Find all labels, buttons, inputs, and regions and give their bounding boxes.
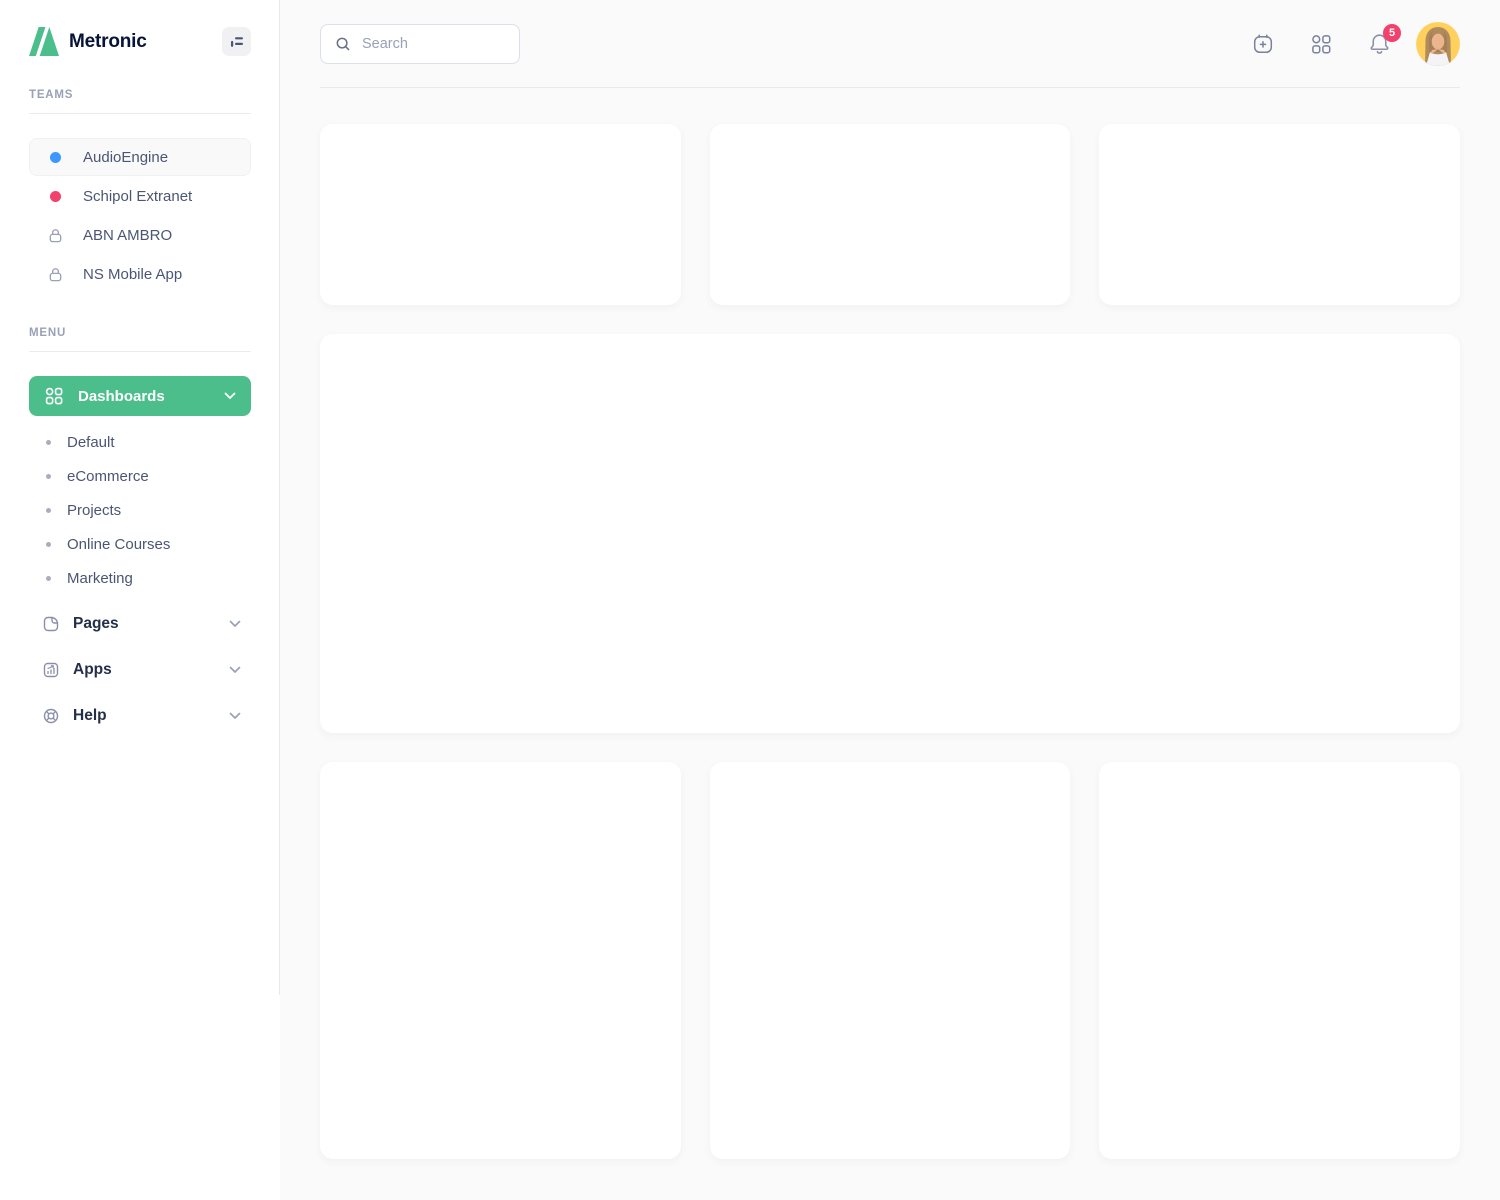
- user-avatar[interactable]: [1416, 21, 1460, 66]
- content-card: [320, 762, 681, 1159]
- teams-list: AudioEngine Schipol Extranet ABN AMBRO N…: [29, 138, 251, 294]
- logo-text: Metronic: [69, 30, 147, 52]
- submenu-item-marketing[interactable]: Marketing: [29, 561, 251, 595]
- content-card: [1099, 762, 1460, 1159]
- brand-logo[interactable]: Metronic: [29, 27, 147, 56]
- sidebar-right-divider: [279, 0, 280, 995]
- lock-icon: [47, 227, 64, 244]
- submenu-item-default[interactable]: Default: [29, 425, 251, 459]
- page-icon: [42, 615, 60, 633]
- sidebar: Metronic TEAMS AudioEngine Schipol Extra…: [0, 0, 280, 1200]
- submenu-label: Marketing: [67, 569, 133, 587]
- main-panel-card: [320, 334, 1460, 733]
- menu-item-apps[interactable]: Apps: [29, 647, 251, 693]
- menu-item-pages[interactable]: Pages: [29, 601, 251, 647]
- main-content: 5: [280, 0, 1500, 1200]
- submenu-label: Online Courses: [67, 535, 171, 553]
- dashboards-grid-icon: [44, 386, 64, 406]
- notification-badge: 5: [1383, 24, 1401, 42]
- menu-label-apps: Apps: [73, 661, 112, 678]
- lock-icon: [47, 266, 64, 283]
- team-label: ABN AMBRO: [83, 226, 173, 244]
- topbar-actions: 5: [1251, 21, 1460, 66]
- dashboards-label: Dashboards: [78, 387, 165, 405]
- cards-row-bottom: [320, 762, 1460, 1159]
- submenu-item-online-courses[interactable]: Online Courses: [29, 527, 251, 561]
- bullet-icon: [46, 473, 51, 479]
- lifebuoy-icon: [42, 707, 60, 725]
- menu-label: MENU: [29, 327, 67, 339]
- stat-card: [1099, 124, 1460, 305]
- bullet-icon: [46, 439, 51, 445]
- app: Metronic TEAMS AudioEngine Schipol Extra…: [0, 0, 1500, 1200]
- teams-divider: [29, 113, 251, 114]
- bullet-icon: [46, 541, 51, 547]
- apps-grid-button[interactable]: [1309, 32, 1333, 56]
- metronic-logo-icon: [29, 27, 60, 56]
- calendar-add-button[interactable]: [1251, 32, 1275, 56]
- blue-dot-icon: [50, 151, 61, 163]
- search-icon: [334, 35, 352, 53]
- search-input[interactable]: [362, 35, 506, 52]
- chevron-down-icon: [229, 712, 241, 720]
- toggle-lines-icon: [229, 34, 245, 50]
- menu-label-help: Help: [73, 707, 107, 724]
- logo-row: Metronic: [29, 27, 251, 56]
- apps-grid-icon: [1309, 32, 1333, 56]
- topbar: 5: [320, 0, 1460, 88]
- menu-divider: [29, 351, 251, 352]
- menu-item-help[interactable]: Help: [29, 693, 251, 739]
- sidebar-toggle-button[interactable]: [222, 27, 251, 56]
- dashboards-submenu: Default eCommerce Projects Online Course…: [29, 425, 251, 595]
- calendar-add-icon: [1251, 32, 1275, 56]
- chevron-down-icon: [229, 620, 241, 628]
- menu-label-pages: Pages: [73, 615, 119, 632]
- team-item-schipol-extranet[interactable]: Schipol Extranet: [29, 177, 251, 215]
- chart-icon: [42, 661, 60, 679]
- bullet-icon: [46, 575, 51, 581]
- content-card: [709, 762, 1071, 1159]
- chevron-down-icon: [224, 392, 236, 400]
- cards-row-top: [320, 124, 1460, 305]
- team-label: AudioEngine: [83, 148, 169, 166]
- submenu-item-ecommerce[interactable]: eCommerce: [29, 459, 251, 493]
- team-item-ns-mobile-app[interactable]: NS Mobile App: [29, 255, 251, 293]
- menu-sections: Pages Apps Help: [29, 601, 251, 739]
- teams-label: TEAMS: [29, 89, 74, 101]
- team-item-abn-ambro[interactable]: ABN AMBRO: [29, 216, 251, 254]
- stat-card: [709, 124, 1071, 305]
- submenu-label: Projects: [67, 501, 122, 519]
- chevron-down-icon: [229, 666, 241, 674]
- menu-item-dashboards[interactable]: Dashboards: [29, 376, 251, 416]
- submenu-label: Default: [67, 433, 115, 451]
- submenu-label: eCommerce: [67, 467, 149, 485]
- red-dot-icon: [50, 190, 61, 202]
- bullet-icon: [46, 507, 51, 513]
- search-box[interactable]: [320, 23, 520, 64]
- stat-card: [320, 124, 681, 305]
- team-item-audioengine[interactable]: AudioEngine: [29, 138, 251, 176]
- submenu-item-projects[interactable]: Projects: [29, 493, 251, 527]
- team-label: NS Mobile App: [83, 265, 183, 283]
- team-label: Schipol Extranet: [83, 187, 193, 205]
- notifications-button[interactable]: 5: [1367, 24, 1401, 56]
